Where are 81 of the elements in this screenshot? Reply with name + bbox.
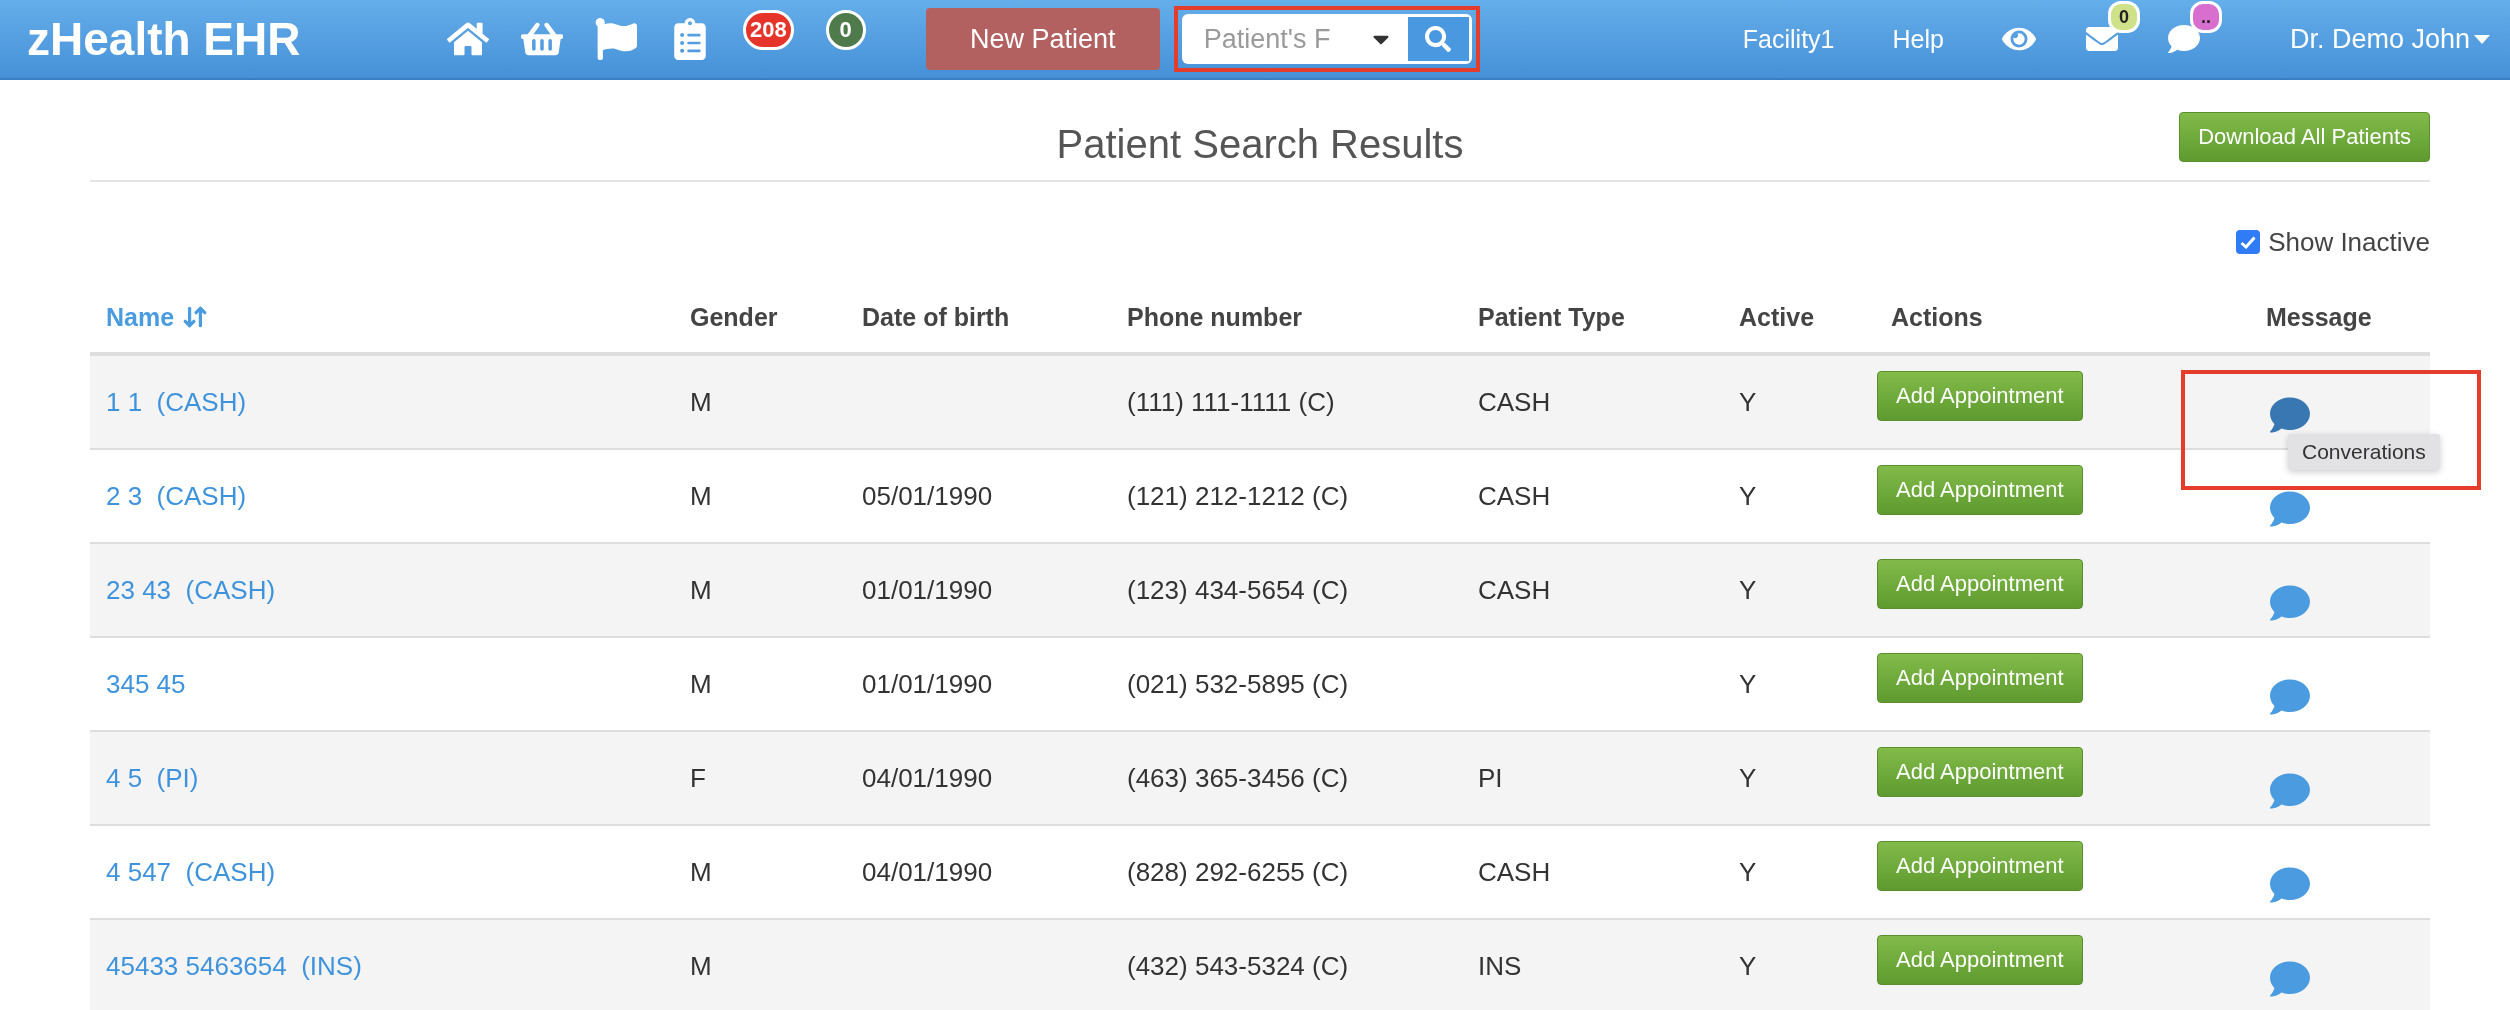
message-icon[interactable]: [2270, 395, 2310, 435]
download-all-button[interactable]: Download All Patients: [2179, 112, 2430, 162]
table-cell-text: PI: [1477, 762, 1504, 794]
patient-name-link[interactable]: 4 5 (PI): [90, 762, 674, 794]
table-cell-text: (123) 434-5654 (C): [1126, 574, 1350, 606]
table-cell-text: 05/01/1990: [861, 480, 994, 512]
table-cell-text: M: [689, 668, 713, 700]
count-badge[interactable]: 0: [825, 10, 866, 50]
table-cell-text: Y: [1738, 762, 1758, 794]
table-cell-text: (828) 292-6255 (C): [1126, 856, 1350, 888]
table-cell-text: M: [689, 856, 713, 888]
message-icon[interactable]: [2270, 583, 2310, 623]
table-cell-text: Y: [1738, 574, 1758, 606]
table-cell-text: INS: [1477, 950, 1523, 982]
table-cell-text: CASH: [1477, 480, 1552, 512]
chat-badge: ..: [2189, 1, 2222, 33]
table-cell-text: Y: [1738, 386, 1758, 418]
patient-name-link[interactable]: 4 547 (CASH): [90, 856, 674, 888]
check-icon: [2240, 235, 2257, 249]
table-cell-text: 01/01/1990: [861, 668, 994, 700]
column-header: Date of birth: [861, 302, 1011, 332]
add-appointment-button[interactable]: Add Appointment: [1877, 747, 2083, 797]
table-cell-text: Y: [1738, 480, 1758, 512]
patient-name-link[interactable]: 23 43 (CASH): [90, 574, 674, 606]
table-cell-text: M: [689, 480, 713, 512]
column-header: Phone number: [1126, 302, 1303, 332]
message-icon[interactable]: [2270, 771, 2310, 811]
table-cell-text: 04/01/1990: [861, 856, 994, 888]
page-title: Patient Search Results: [1056, 121, 1464, 167]
add-appointment-button[interactable]: Add Appointment: [1877, 559, 2083, 609]
mail-count-badge: 0: [2107, 1, 2140, 33]
table-cell-text: M: [689, 386, 713, 418]
column-header: Gender: [689, 302, 779, 332]
add-appointment-button[interactable]: Add Appointment: [1877, 465, 2083, 515]
new-patient-button[interactable]: New Patient: [925, 8, 1160, 70]
column-header: Actions: [1890, 302, 1984, 332]
count-badge[interactable]: 208: [743, 10, 794, 50]
search-icon: [1425, 26, 1452, 52]
patient-name-link[interactable]: 345 45: [90, 668, 674, 700]
message-icon[interactable]: [2270, 865, 2310, 905]
table-cell-text: Y: [1738, 856, 1758, 888]
table-cell-text: 04/01/1990: [861, 762, 994, 794]
table-cell-text: M: [689, 574, 713, 606]
sort-icon: [182, 304, 209, 330]
patient-name-link[interactable]: 1 1 (CASH): [90, 386, 674, 418]
patient-name-link[interactable]: 2 3 (CASH): [90, 480, 674, 512]
sortable-column-header[interactable]: Name: [90, 302, 674, 332]
table-cell-text: (432) 543-5324 (C): [1126, 950, 1350, 982]
message-icon[interactable]: [2270, 677, 2310, 717]
patient-name-link[interactable]: 45433 5463654 (INS): [90, 950, 674, 982]
table-cell-text: (111) 111-1111 (C): [1126, 386, 1336, 418]
add-appointment-button[interactable]: Add Appointment: [1877, 935, 2083, 985]
table-cell-text: 01/01/1990: [861, 574, 994, 606]
caret-icon: [2474, 34, 2490, 44]
search-box[interactable]: Patient's F: [1181, 14, 1472, 64]
user-menu[interactable]: Dr. Demo John: [2289, 23, 2490, 55]
app-logo[interactable]: zHealth EHR: [27, 12, 447, 66]
table-cell-text: CASH: [1477, 386, 1552, 418]
message-icon[interactable]: [2270, 959, 2310, 999]
flag-icon[interactable]: [595, 18, 637, 60]
table-cell-text: (121) 212-1212 (C): [1126, 480, 1350, 512]
table-cell-text: (021) 532-5895 (C): [1126, 668, 1350, 700]
message-icon[interactable]: [2270, 489, 2310, 529]
add-appointment-button[interactable]: Add Appointment: [1877, 653, 2083, 703]
table-cell-text: M: [689, 950, 713, 982]
chat-icon[interactable]: [2167, 23, 2200, 55]
add-appointment-button[interactable]: Add Appointment: [1877, 371, 2083, 421]
table-cell-text: Y: [1738, 668, 1758, 700]
help-link[interactable]: Help: [1892, 24, 1944, 54]
table-cell-text: CASH: [1477, 856, 1552, 888]
column-header: Message: [2265, 302, 2373, 332]
table-cell-text: Y: [1738, 950, 1758, 982]
column-header: Active: [1738, 302, 1816, 332]
checkbox-label: Show Inactive: [2268, 226, 2430, 258]
table-cell-text: (463) 365-3456 (C): [1126, 762, 1350, 794]
table-cell-text: CASH: [1477, 574, 1552, 606]
add-appointment-button[interactable]: Add Appointment: [1877, 841, 2083, 891]
facility-link[interactable]: Facility1: [1742, 24, 1835, 54]
table-cell-text: F: [689, 762, 707, 794]
column-header: Patient Type: [1477, 302, 1626, 332]
tooltip: Converations: [2288, 434, 2440, 470]
